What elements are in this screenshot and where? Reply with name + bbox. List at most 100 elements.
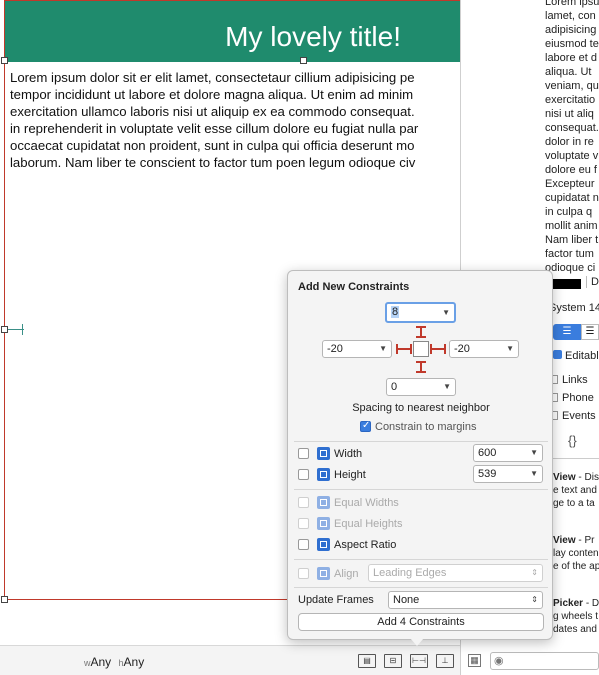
preview-line: lamet, con xyxy=(545,10,596,22)
aspect-ratio-row[interactable]: Aspect Ratio xyxy=(298,538,396,551)
alignment-left-button[interactable]: ☰ xyxy=(553,324,581,340)
font-field[interactable]: System 14 xyxy=(549,302,599,314)
margin-guide-cap xyxy=(22,324,23,335)
title-header[interactable]: My lovely title! xyxy=(5,1,461,62)
left-spacing-field[interactable]: -20 ▼ xyxy=(322,340,392,358)
preview-line: consequat. xyxy=(545,122,599,134)
chevron-down-icon[interactable]: ▼ xyxy=(443,379,451,395)
top-spacing-field[interactable]: 8 ▼ xyxy=(385,302,456,323)
width-checkbox[interactable] xyxy=(298,448,309,459)
text-line: tempor incididunt ut labore et dolore ma… xyxy=(10,87,414,102)
preview-line: in culpa q xyxy=(545,206,593,218)
chevron-down-icon[interactable]: ▼ xyxy=(530,466,538,482)
width-value-field[interactable]: 600 ▼ xyxy=(473,444,543,462)
library-item-name: View xyxy=(553,472,576,483)
align-row[interactable]: Align xyxy=(298,567,358,580)
resize-handle-top[interactable] xyxy=(300,57,307,64)
chevron-down-icon[interactable]: ▼ xyxy=(506,341,514,357)
align-value: Leading Edges xyxy=(373,567,447,579)
chevron-down-icon[interactable]: ▼ xyxy=(379,341,387,357)
editable-label: Editable xyxy=(565,350,599,362)
equal-widths-icon xyxy=(317,496,330,509)
links-checkbox[interactable]: Links xyxy=(549,374,588,386)
library-item-desc: ge to a ta xyxy=(553,498,595,509)
resize-handle-bottom-left[interactable] xyxy=(1,596,8,603)
filter-icon: ◉ xyxy=(494,655,504,667)
resize-handle-top-left[interactable] xyxy=(1,57,8,64)
pin-icon[interactable]: ⊢⊣ xyxy=(410,654,428,668)
right-spacing-field[interactable]: -20 ▼ xyxy=(449,340,519,358)
stack-icon[interactable]: ▤ xyxy=(358,654,376,668)
update-frames-label: Update Frames xyxy=(298,594,374,606)
library-item-desc: - Pr xyxy=(578,535,595,546)
object-library-braces-icon[interactable]: {} xyxy=(568,433,577,448)
alignment-center-button[interactable]: ☰ xyxy=(581,324,599,340)
width-value: 600 xyxy=(478,447,497,459)
equal-widths-checkbox[interactable] xyxy=(298,497,309,508)
equal-heights-row[interactable]: Equal Heights xyxy=(298,517,403,530)
divider xyxy=(294,587,548,588)
library-item[interactable]: View - Pr lay conten e of the ap xyxy=(553,534,599,573)
height-checkbox[interactable] xyxy=(298,469,309,480)
height-value: 539 xyxy=(478,468,497,480)
height-value-field[interactable]: 539 ▼ xyxy=(473,465,543,483)
equal-widths-row[interactable]: Equal Widths xyxy=(298,496,399,509)
chevron-updown-icon[interactable]: ⇕ xyxy=(531,565,538,581)
library-item-desc: dates and xyxy=(553,624,597,635)
divider xyxy=(294,489,548,490)
left-strut-cap xyxy=(410,344,412,354)
editable-checkbox[interactable]: Editable xyxy=(553,350,599,362)
popover-title: Add New Constraints xyxy=(298,281,410,293)
text-line: in reprehenderit in voluptate velit esse… xyxy=(10,121,419,136)
width-constraint-row[interactable]: Width xyxy=(298,447,362,460)
chevron-down-icon[interactable]: ▼ xyxy=(442,304,450,321)
color-swatch[interactable] xyxy=(553,279,581,289)
bottom-spacing-value: 0 xyxy=(391,381,398,393)
events-checkbox[interactable]: Events xyxy=(549,410,596,422)
library-item[interactable]: Picker - D g wheels t dates and xyxy=(553,597,599,636)
equal-heights-checkbox[interactable] xyxy=(298,518,309,529)
right-strut-cap xyxy=(444,344,446,354)
align-icon[interactable]: ⊟ xyxy=(384,654,402,668)
text-view[interactable]: Lorem ipsum dolor sit er elit lamet, con… xyxy=(10,69,461,171)
preview-line: labore et d xyxy=(545,52,597,64)
preview-line: dolor in re xyxy=(545,136,594,148)
resize-handle-left[interactable] xyxy=(1,326,8,333)
align-checkbox[interactable] xyxy=(298,568,309,579)
library-item[interactable]: View - Disp e text and ge to a ta xyxy=(553,471,599,510)
update-frames-select[interactable]: None ⇕ xyxy=(388,591,543,609)
library-filter-field[interactable]: ◉ xyxy=(490,652,599,670)
align-icon xyxy=(317,567,330,580)
font-style-field[interactable]: D xyxy=(586,276,599,288)
right-spacing-value: -20 xyxy=(454,343,470,355)
aspect-ratio-checkbox[interactable] xyxy=(298,539,309,550)
size-class-control[interactable]: wAny hAny xyxy=(84,655,144,669)
constrain-to-margins-checkbox[interactable]: Constrain to margins xyxy=(360,420,477,433)
phone-checkbox[interactable]: Phone xyxy=(549,392,594,404)
resolve-icon[interactable]: ⊥ xyxy=(436,654,454,668)
preview-line: Lorem ipsu xyxy=(545,0,599,8)
height-label: Height xyxy=(334,469,366,481)
checkbox-checked[interactable] xyxy=(360,420,371,432)
add-constraints-button[interactable]: Add 4 Constraints xyxy=(298,613,544,631)
height-constraint-row[interactable]: Height xyxy=(298,468,366,481)
popover-arrow xyxy=(410,638,424,646)
chevron-updown-icon[interactable]: ⇕ xyxy=(531,592,538,608)
height-icon xyxy=(317,468,330,481)
bottom-strut-cap xyxy=(416,371,426,373)
chevron-down-icon[interactable]: ▼ xyxy=(530,445,538,461)
equal-heights-icon xyxy=(317,517,330,530)
add-constraints-popover[interactable]: Add New Constraints 8 ▼ -20 ▼ -20 ▼ 0 ▼ … xyxy=(287,270,553,640)
update-frames-value: None xyxy=(393,594,420,606)
left-spacing-value: -20 xyxy=(327,343,343,355)
library-divider xyxy=(553,458,599,459)
align-select[interactable]: Leading Edges ⇕ xyxy=(368,564,543,582)
bottom-spacing-field[interactable]: 0 ▼ xyxy=(386,378,456,396)
constrain-to-margins-label: Constrain to margins xyxy=(375,421,477,433)
preview-line: nisi ut aliq xyxy=(545,108,594,120)
preview-line: veniam, qu xyxy=(545,80,599,92)
width-label: Width xyxy=(334,448,363,460)
aspect-ratio-icon xyxy=(317,538,330,551)
inspector-text-preview[interactable]: Lorem ipsu lamet, con adipisicing eiusmo… xyxy=(545,0,599,275)
grid-view-icon[interactable]: ▦ xyxy=(468,654,481,667)
